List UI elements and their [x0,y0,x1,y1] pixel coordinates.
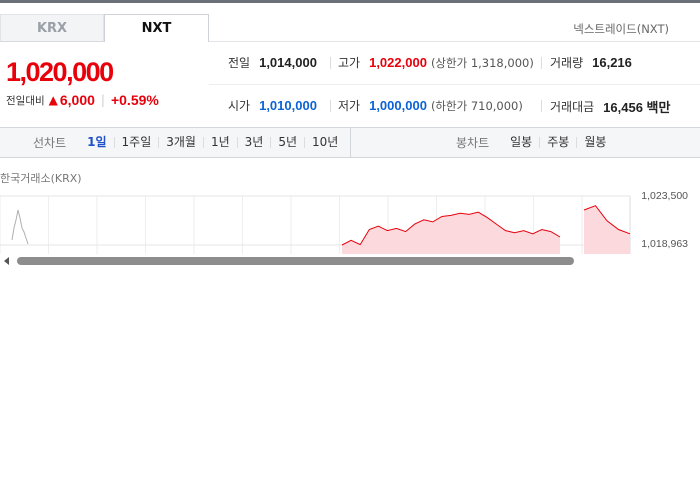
candle-chart-label: 봉차트 [456,136,490,150]
period-3m[interactable]: 3개월 [158,136,203,148]
tab-underline [209,41,700,42]
stat-high: 고가 1,022,000 (상한가 1,318,000) [338,54,534,71]
period-3y[interactable]: 3년 [236,136,271,148]
stat-label: 거래량 [550,56,584,70]
candle-chart-controls: 봉차트 일봉 주봉 월봉 [456,128,613,157]
stat-prev-close: 전일 1,014,000 [228,54,317,71]
top-border [0,0,700,3]
divider [330,100,331,112]
control-divider [350,128,351,157]
candle-monthly[interactable]: 월봉 [576,136,613,148]
lower-limit: (하한가 710,000) [430,98,523,113]
series-line-grey [11,209,29,245]
stat-volume: 거래량 16,216 [550,54,632,71]
stat-label: 전일 [228,56,251,70]
period-10y[interactable]: 10년 [304,136,345,148]
price-change: 전일대비 ▲ 6,000 | +0.59% [6,92,159,108]
stat-value: 16,216 [592,55,632,70]
line-chart-controls: 선차트 1일 1주일 3개월 1년 3년 5년 10년 [33,128,345,157]
change-percent: +0.59% [110,92,159,108]
up-triangle-icon: ▲ [48,93,58,107]
change-label: 전일대비 [6,94,45,107]
chart-source: 한국거래소(KRX) [0,172,82,185]
scrollbar-thumb[interactable] [17,257,574,265]
divider [541,100,542,112]
stat-open: 시가 1,010,000 [228,97,317,114]
tab-nxt[interactable]: NXT [104,14,209,42]
divider [330,57,331,69]
chart-scrollbar[interactable] [0,254,700,268]
y-axis-label-top: 1,023,500 [641,190,688,202]
stat-amount: 거래대금 16,456 백만 [550,97,670,116]
period-1w[interactable]: 1주일 [113,136,159,148]
stat-value: 16,456 백만 [603,100,671,115]
tab-krx[interactable]: KRX [0,14,104,42]
change-divider: | [100,93,105,107]
stat-value: 1,000,000 [369,98,427,113]
exchange-name: 넥스트레이드(NXT) [573,22,669,36]
upper-limit: (상한가 1,318,000) [430,55,534,70]
line-chart-label: 선차트 [33,136,67,150]
stat-low: 저가 1,000,000 (하한가 710,000) [338,97,523,114]
stat-label: 거래대금 [550,100,595,114]
stats-divider [209,84,700,85]
period-1y[interactable]: 1년 [202,136,237,148]
chart-control-bar: 선차트 1일 1주일 3개월 1년 3년 5년 10년 봉차트 일봉 주봉 월봉 [0,127,700,158]
stat-label: 고가 [338,56,361,70]
stat-value: 1,022,000 [369,55,427,70]
stat-value: 1,010,000 [259,98,317,113]
change-amount: 6,000 [59,92,95,108]
candle-weekly[interactable]: 주봉 [539,136,576,148]
divider [541,57,542,69]
period-5y[interactable]: 5년 [270,136,304,148]
stat-label: 저가 [338,99,361,113]
y-axis-label-bottom: 1,018,963 [641,238,688,250]
stat-label: 시가 [228,99,251,113]
current-price: 1,020,000 [6,57,114,87]
period-1d[interactable]: 1일 [80,136,113,148]
stat-value: 1,014,000 [259,55,317,70]
scroll-left-arrow-icon[interactable] [4,257,9,265]
candle-daily[interactable]: 일봉 [503,136,539,148]
